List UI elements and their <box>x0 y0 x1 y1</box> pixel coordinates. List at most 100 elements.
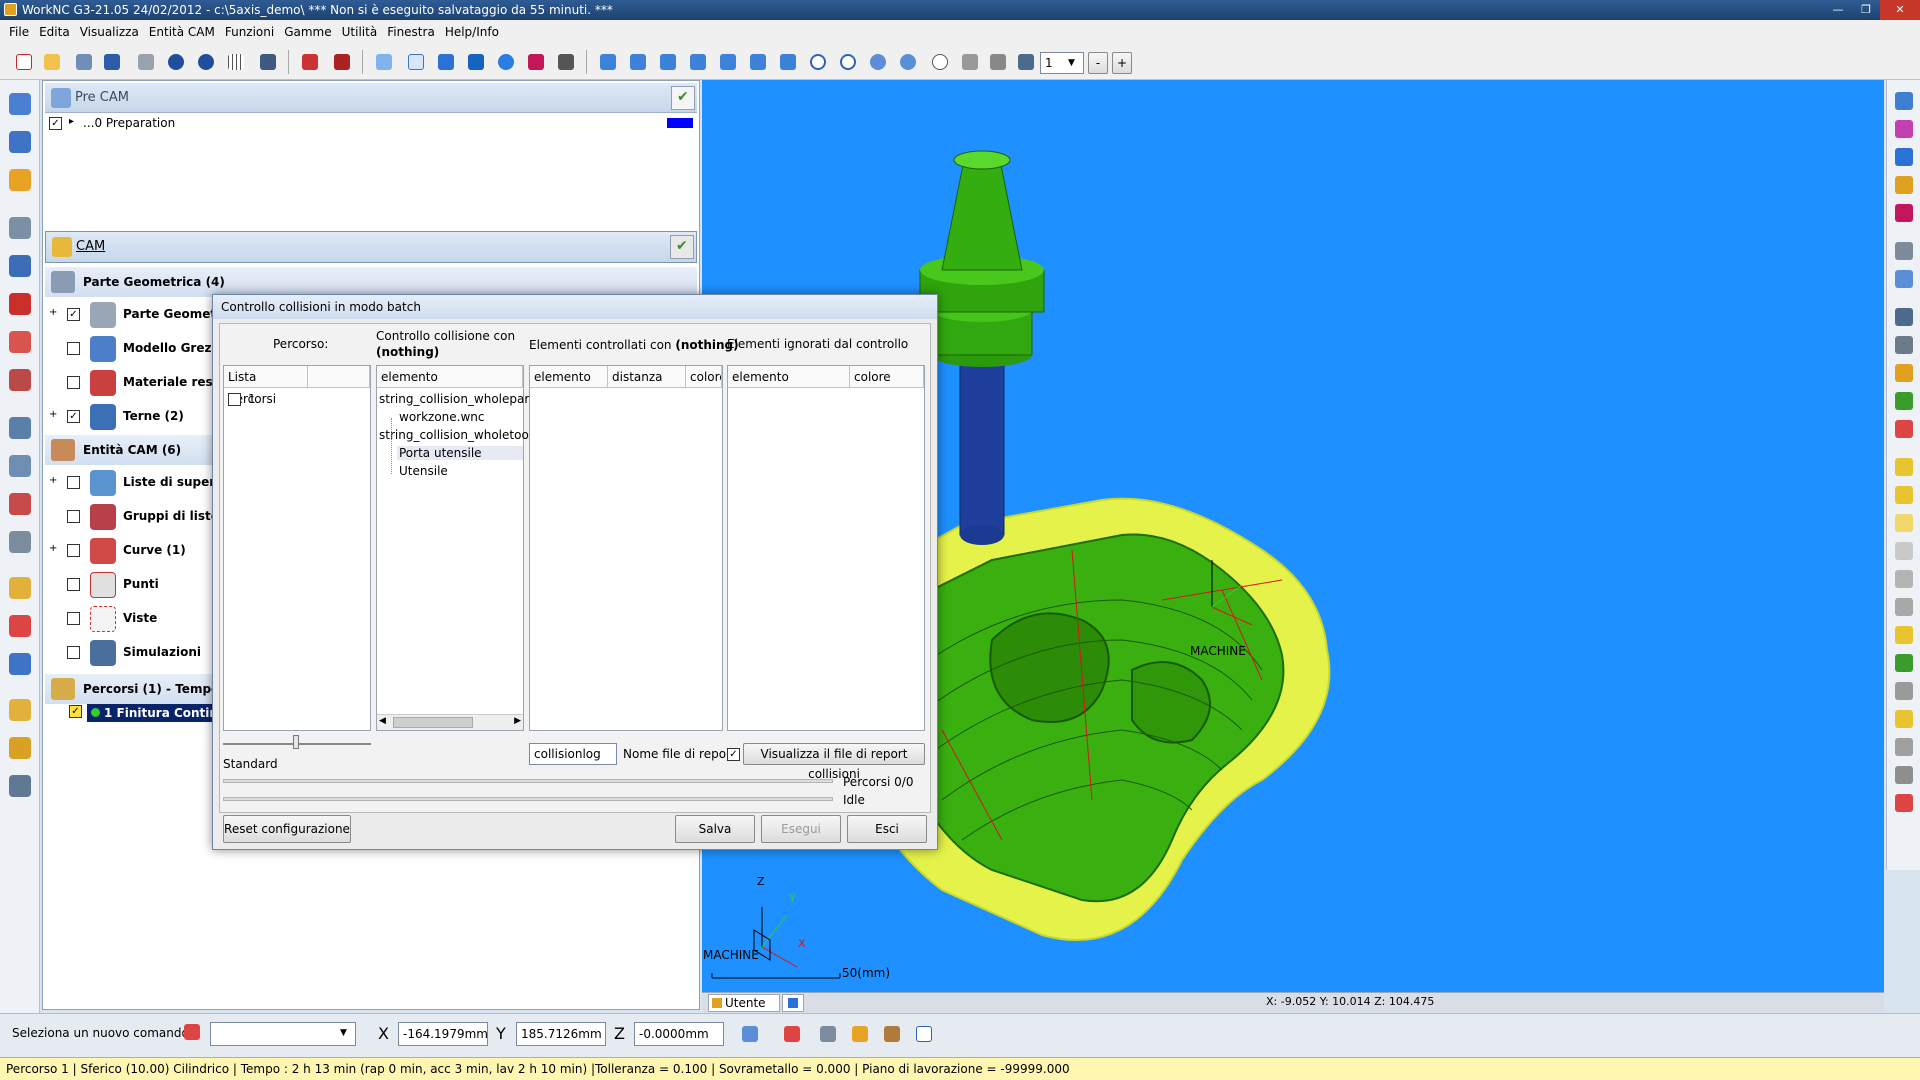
list-item[interactable]: workzone.wnc <box>399 410 485 424</box>
open-file-button[interactable] <box>40 50 64 74</box>
checked-elements-header[interactable]: elemento <box>530 366 608 388</box>
right-tool-5[interactable] <box>1893 202 1915 224</box>
chevron-down-icon[interactable]: ▼ <box>1068 58 1075 68</box>
help-button[interactable] <box>912 1022 936 1046</box>
report-view-button[interactable]: Visualizza il file di report collisioni <box>743 743 925 781</box>
x-coordinate-input[interactable] <box>398 1022 488 1046</box>
select-button[interactable] <box>958 50 982 74</box>
expand-icon[interactable]: + <box>49 409 57 420</box>
view-xy-button[interactable] <box>776 50 800 74</box>
close-button[interactable]: ✕ <box>1880 0 1920 20</box>
view-left-button[interactable] <box>656 50 680 74</box>
increase-button[interactable]: + <box>1112 52 1132 74</box>
right-tool-24[interactable] <box>1893 764 1915 786</box>
view-top-button[interactable] <box>716 50 740 74</box>
surface-tool-button[interactable] <box>6 214 34 242</box>
ignored-color-header[interactable]: colore <box>850 366 924 388</box>
expand-icon[interactable]: + <box>49 307 57 318</box>
stock-tool-button[interactable] <box>6 252 34 280</box>
path-list-header-2[interactable] <box>308 366 370 388</box>
element-list-header[interactable]: elemento <box>377 366 523 388</box>
right-tool-21[interactable] <box>1893 680 1915 702</box>
menu-edita[interactable]: Edita <box>34 25 75 39</box>
path-list[interactable]: Lista percorsi 1 <box>223 365 371 731</box>
precision-slider-thumb[interactable] <box>293 735 299 749</box>
right-tool-23[interactable] <box>1893 736 1915 758</box>
toolpath-tool-button[interactable] <box>6 128 34 156</box>
checkbox-simulazioni[interactable] <box>67 646 80 659</box>
right-tool-16[interactable] <box>1893 540 1915 562</box>
ignored-elements-header[interactable]: elemento <box>728 366 850 388</box>
view-wire-button[interactable] <box>404 50 428 74</box>
report-file-input[interactable] <box>529 743 617 765</box>
view-back-button[interactable] <box>626 50 650 74</box>
checkbox-parte-geometrica[interactable]: ✓ <box>67 308 80 321</box>
dialog-title-bar[interactable]: Controllo collisioni in modo batch <box>213 295 937 319</box>
right-tool-1[interactable] <box>1893 90 1915 112</box>
path-1-label[interactable]: 1 <box>248 392 256 406</box>
checkbox-liste-superfici[interactable] <box>67 476 80 489</box>
precam-confirm-button[interactable] <box>671 86 695 110</box>
print-button[interactable] <box>134 50 158 74</box>
menu-gamme[interactable]: Gamme <box>279 25 336 39</box>
view-color-button[interactable] <box>524 50 548 74</box>
menu-visualizza[interactable]: Visualizza <box>75 25 144 39</box>
collision-element-list[interactable]: elemento string_collision_wholepart work… <box>376 365 534 731</box>
geom-group-header[interactable]: Parte Geometrica (4) <box>45 267 697 297</box>
path-1-checkbox[interactable] <box>228 393 241 406</box>
menu-help[interactable]: Help/Info <box>440 25 504 39</box>
checkbox-punti[interactable] <box>67 578 80 591</box>
grid-button[interactable] <box>224 50 248 74</box>
menu-entita-cam[interactable]: Entità CAM <box>144 25 220 39</box>
points-tool-button[interactable] <box>6 328 34 356</box>
preparation-item[interactable]: ...0 Preparation <box>83 116 175 130</box>
r-tool-button[interactable] <box>6 490 34 518</box>
views-tool-button[interactable] <box>6 366 34 394</box>
checkbox-curve[interactable] <box>67 544 80 557</box>
path-checkbox[interactable]: ✓ <box>69 705 83 719</box>
s-tool-button[interactable] <box>6 414 34 442</box>
menu-utilita[interactable]: Utilità <box>337 25 383 39</box>
checkbox-gruppi-liste[interactable] <box>67 510 80 523</box>
right-tool-10[interactable] <box>1893 362 1915 384</box>
right-tool-9[interactable] <box>1893 334 1915 356</box>
chevron-down-icon[interactable]: ▼ <box>340 1028 347 1038</box>
path-list-header[interactable]: Lista percorsi <box>224 366 308 406</box>
right-tool-13[interactable] <box>1893 456 1915 478</box>
rotate-button[interactable] <box>866 50 890 74</box>
pick-point-button[interactable] <box>780 1022 804 1046</box>
pick-path-button[interactable] <box>848 1022 872 1046</box>
a-tool-button[interactable] <box>6 528 34 556</box>
path-checkbox-box[interactable]: ✓ <box>69 705 82 718</box>
deselect-button[interactable] <box>986 50 1010 74</box>
right-tool-22[interactable] <box>1893 708 1915 730</box>
path-edit-button[interactable] <box>6 574 34 602</box>
right-tool-11[interactable] <box>1893 390 1915 412</box>
right-tool-12[interactable] <box>1893 418 1915 440</box>
scroll-left-icon[interactable]: ◀ <box>379 716 386 726</box>
color-header[interactable]: colore <box>686 366 722 388</box>
zoom-fit-button[interactable] <box>806 50 830 74</box>
view-solid-button[interactable] <box>464 50 488 74</box>
zoom-button[interactable] <box>836 50 860 74</box>
menu-funzioni[interactable]: Funzioni <box>220 25 279 39</box>
pick-edge-button[interactable] <box>816 1022 840 1046</box>
scroll-right-icon[interactable]: ▶ <box>514 716 521 726</box>
report-view-checkbox[interactable]: ✓ <box>727 748 740 761</box>
pan-button[interactable] <box>896 50 920 74</box>
list-item[interactable]: string_collision_wholepart <box>379 392 534 406</box>
right-tool-7[interactable] <box>1893 268 1915 290</box>
right-tool-8[interactable] <box>1893 306 1915 328</box>
preparation-checkbox[interactable]: ✓ <box>49 117 62 130</box>
right-tool-19[interactable] <box>1893 624 1915 646</box>
right-tool-20[interactable] <box>1893 652 1915 674</box>
list-item[interactable]: Porta utensile <box>397 446 523 460</box>
right-tool-15[interactable] <box>1893 512 1915 534</box>
scroll-thumb[interactable] <box>393 717 473 728</box>
save-button[interactable]: Salva <box>675 815 755 843</box>
checked-elements-list[interactable]: elemento distanza colore <box>529 365 723 731</box>
right-tool-3[interactable] <box>1893 146 1915 168</box>
tab-utente[interactable]: Utente <box>708 994 780 1012</box>
view-iso-button[interactable] <box>372 50 396 74</box>
layout-button[interactable] <box>256 50 280 74</box>
